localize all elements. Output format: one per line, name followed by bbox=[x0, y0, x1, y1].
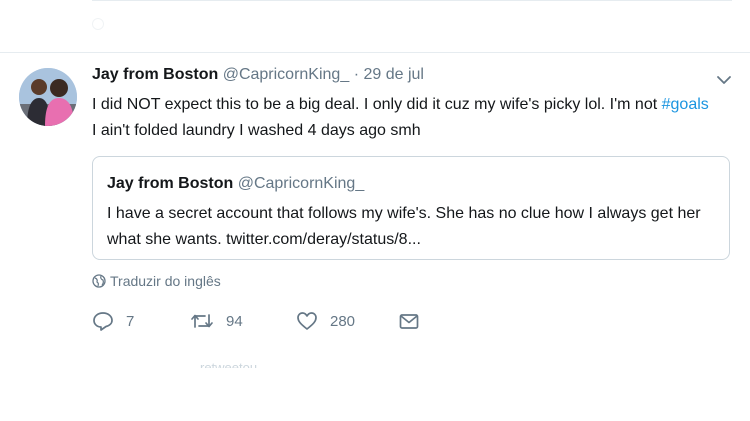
previous-tweet-fragment bbox=[0, 0, 750, 52]
avatar[interactable] bbox=[19, 68, 77, 126]
like-button[interactable]: 280 bbox=[296, 310, 355, 332]
reply-count: 7 bbox=[126, 312, 135, 330]
retweet-context-label: retweetou bbox=[200, 360, 258, 368]
author-name[interactable]: Jay from Boston bbox=[92, 66, 218, 83]
quoted-tweet[interactable]: Jay from Boston @CapricornKing_ I have a… bbox=[92, 156, 730, 260]
divider bbox=[0, 52, 750, 53]
next-tweet-fragment: retweetou bbox=[0, 344, 750, 421]
translate-link[interactable]: Traduzir do inglês bbox=[92, 273, 221, 289]
retweet-count: 94 bbox=[226, 312, 243, 330]
quoted-author-name: Jay from Boston bbox=[107, 175, 234, 192]
tweet-actions: 7 94 280 bbox=[92, 310, 732, 336]
translate-label: Traduzir do inglês bbox=[110, 273, 221, 289]
like-count: 280 bbox=[330, 312, 356, 330]
chevron-down-icon[interactable] bbox=[714, 70, 734, 90]
tweet-text-start: I did NOT expect this to be a big deal. … bbox=[92, 96, 662, 113]
quoted-tweet-text: I have a secret account that follows my … bbox=[107, 205, 701, 248]
globe-icon bbox=[92, 274, 106, 288]
tweet-header: Jay from Boston @CapricornKing_ · 29 de … bbox=[92, 66, 424, 84]
separator-dot: · bbox=[353, 66, 360, 83]
avatar-photo-icon bbox=[19, 68, 77, 126]
retweet-button[interactable]: 94 bbox=[190, 310, 243, 332]
reply-button[interactable]: 7 bbox=[92, 310, 134, 332]
reply-icon bbox=[93, 312, 113, 331]
quoted-tweet-header: Jay from Boston @CapricornKing_ bbox=[107, 175, 364, 193]
divider bbox=[92, 0, 732, 1]
hashtag-link[interactable]: #goals bbox=[662, 96, 709, 113]
author-handle[interactable]: @CapricornKing_ bbox=[223, 66, 350, 83]
faint-icon bbox=[92, 18, 104, 30]
tweet-text: I did NOT expect this to be a big deal. … bbox=[92, 92, 712, 144]
heart-icon bbox=[297, 312, 317, 330]
tweet-date[interactable]: 29 de jul bbox=[363, 66, 424, 83]
tweet-text-end: I ain't folded laundry I washed 4 days a… bbox=[92, 122, 421, 139]
retweet-icon bbox=[191, 314, 213, 328]
message-button[interactable] bbox=[398, 310, 420, 332]
quoted-author-handle: @CapricornKing_ bbox=[237, 175, 365, 192]
envelope-icon bbox=[399, 314, 419, 329]
